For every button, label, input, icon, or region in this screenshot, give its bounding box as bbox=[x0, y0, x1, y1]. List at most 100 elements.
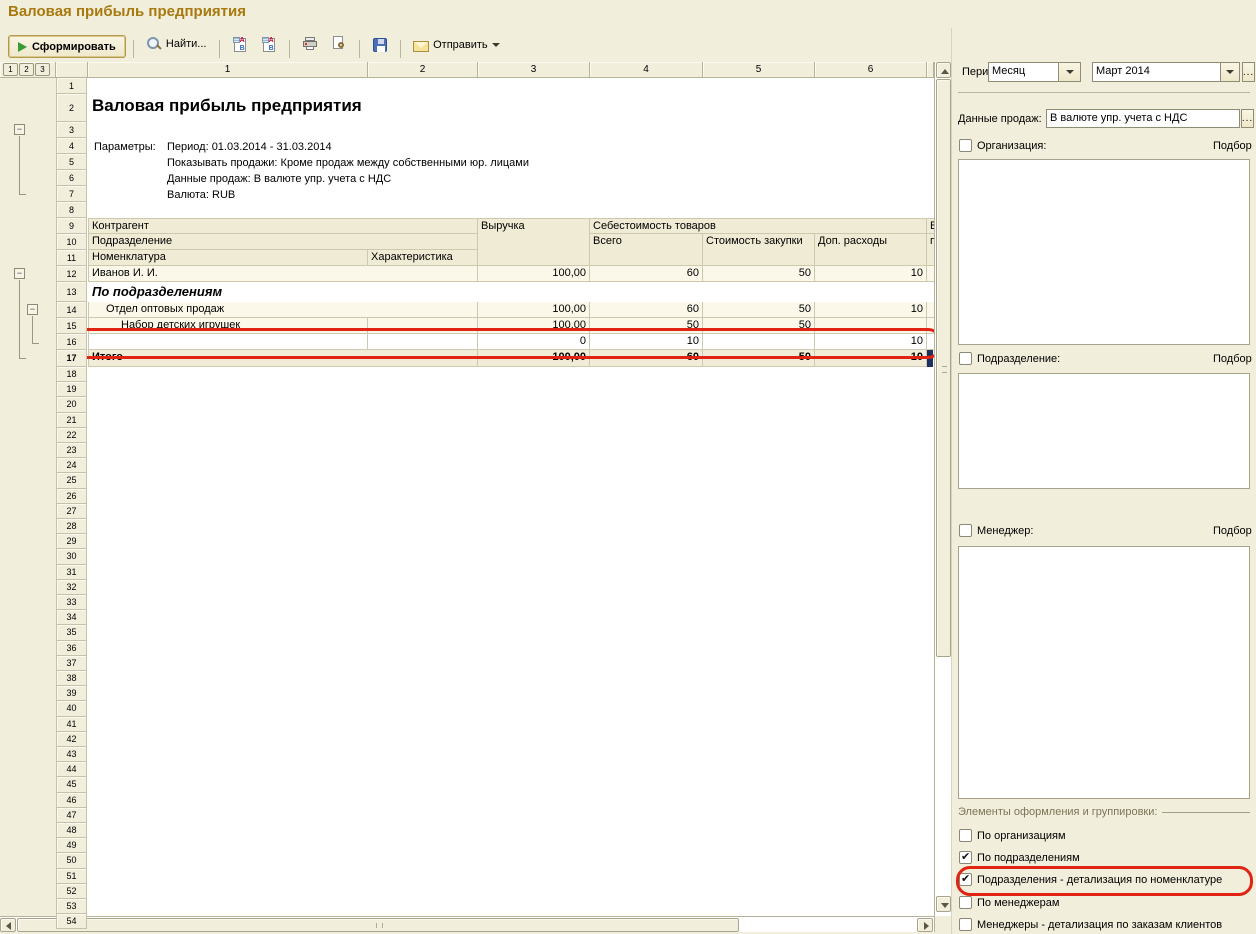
scroll-left-button[interactable] bbox=[0, 918, 16, 932]
group-level-1-button[interactable]: 1 bbox=[3, 63, 18, 76]
grouping-managers-by-orders-checkbox[interactable]: Менеджеры - детализация по заказам клиен… bbox=[959, 918, 1222, 931]
column-header-1[interactable]: 1 bbox=[88, 62, 368, 78]
column-header-6[interactable]: 6 bbox=[815, 62, 927, 78]
row-header-34[interactable]: 34 bbox=[56, 610, 87, 625]
cell-cost-total[interactable]: 60 bbox=[590, 302, 703, 318]
row-header-7[interactable]: 7 bbox=[56, 186, 87, 202]
collapse-group-button[interactable]: − bbox=[14, 124, 25, 135]
row-header-33[interactable]: 33 bbox=[56, 595, 87, 610]
row-header-28[interactable]: 28 bbox=[56, 519, 87, 534]
expand-groups-button[interactable] bbox=[227, 33, 253, 56]
cell-revenue[interactable]: 100,00 bbox=[478, 302, 590, 318]
row-header-12[interactable]: 12 bbox=[56, 266, 87, 282]
period-more-button[interactable]: ... bbox=[1242, 62, 1255, 82]
row-header-31[interactable]: 31 bbox=[56, 565, 87, 580]
row-header-41[interactable]: 41 bbox=[56, 717, 87, 732]
save-button[interactable] bbox=[367, 33, 393, 56]
row-header-45[interactable]: 45 bbox=[56, 777, 87, 792]
sales-data-more-button[interactable]: ... bbox=[1241, 109, 1254, 128]
row-header-35[interactable]: 35 bbox=[56, 625, 87, 640]
vertical-scrollbar-thumb[interactable] bbox=[936, 79, 951, 657]
row-header-51[interactable]: 51 bbox=[56, 869, 87, 884]
row-header-49[interactable]: 49 bbox=[56, 838, 87, 853]
horizontal-scrollbar-thumb[interactable] bbox=[17, 918, 739, 932]
cell-purchase-cost[interactable]: 50 bbox=[703, 266, 815, 282]
collapse-group-button[interactable]: − bbox=[27, 304, 38, 315]
filter-organization-checkbox[interactable]: Организация: bbox=[959, 139, 1046, 152]
scroll-right-button[interactable] bbox=[917, 918, 933, 932]
column-header-3[interactable]: 3 bbox=[478, 62, 590, 78]
find-button[interactable]: Найти... bbox=[141, 32, 212, 55]
filter-department-checkbox[interactable]: Подразделение: bbox=[959, 352, 1060, 365]
row-header-19[interactable]: 19 bbox=[56, 382, 87, 397]
print-button[interactable] bbox=[297, 32, 323, 55]
period-type-dropdown-button[interactable] bbox=[1058, 62, 1081, 82]
row-header-25[interactable]: 25 bbox=[56, 473, 87, 488]
report-spreadsheet[interactable]: 1 2 3 1 2 3 4 5 6 − − − Валовая прибыль … bbox=[0, 62, 951, 932]
row-header-54[interactable]: 54 bbox=[56, 914, 87, 929]
grouping-by-managers-checkbox[interactable]: По менеджерам bbox=[959, 896, 1059, 909]
filter-manager-checkbox[interactable]: Менеджер: bbox=[959, 524, 1033, 537]
row-header-11[interactable]: 11 bbox=[56, 250, 87, 266]
sales-data-field[interactable]: В валюте упр. учета с НДС bbox=[1046, 109, 1240, 128]
row-header-44[interactable]: 44 bbox=[56, 762, 87, 777]
column-header-2[interactable]: 2 bbox=[368, 62, 478, 78]
row-header-1[interactable]: 1 bbox=[56, 78, 87, 94]
row-header-38[interactable]: 38 bbox=[56, 671, 87, 686]
collapse-groups-button[interactable] bbox=[256, 33, 282, 56]
print-preview-button[interactable] bbox=[326, 32, 352, 55]
group-level-3-button[interactable]: 3 bbox=[35, 63, 50, 76]
row-header-18[interactable]: 18 bbox=[56, 367, 87, 382]
row-header-22[interactable]: 22 bbox=[56, 428, 87, 443]
vertical-scrollbar[interactable] bbox=[934, 62, 950, 916]
organization-list[interactable] bbox=[958, 159, 1250, 345]
column-header-4[interactable]: 4 bbox=[590, 62, 703, 78]
row-header-30[interactable]: 30 bbox=[56, 549, 87, 564]
row-header-50[interactable]: 50 bbox=[56, 853, 87, 868]
column-header-7-partial[interactable] bbox=[927, 62, 934, 78]
row-header-3[interactable]: 3 bbox=[56, 122, 87, 138]
manager-pick-button[interactable]: Подбор bbox=[1213, 525, 1252, 537]
row-header-10[interactable]: 10 bbox=[56, 234, 87, 250]
row-header-8[interactable]: 8 bbox=[56, 202, 87, 218]
department-list[interactable] bbox=[958, 373, 1250, 489]
send-button[interactable]: Отправить bbox=[408, 34, 505, 57]
row-header-46[interactable]: 46 bbox=[56, 793, 87, 808]
cell-revenue[interactable]: 100,00 bbox=[478, 266, 590, 282]
cell-cost-total[interactable]: 60 bbox=[590, 266, 703, 282]
row-header-40[interactable]: 40 bbox=[56, 701, 87, 716]
row-header-6[interactable]: 6 bbox=[56, 170, 87, 186]
cell-extra-costs[interactable]: 10 bbox=[815, 266, 927, 282]
row-header-13[interactable]: 13 bbox=[56, 282, 87, 302]
row-header-5[interactable]: 5 bbox=[56, 154, 87, 170]
row-header-23[interactable]: 23 bbox=[56, 443, 87, 458]
row-header-26[interactable]: 26 bbox=[56, 489, 87, 504]
row-header-15[interactable]: 15 bbox=[56, 318, 87, 334]
collapse-group-button[interactable]: − bbox=[14, 268, 25, 279]
scroll-up-button[interactable] bbox=[936, 62, 951, 78]
row-header-14[interactable]: 14 bbox=[56, 302, 87, 318]
grouping-by-departments-checkbox[interactable]: По подразделениям bbox=[959, 851, 1080, 864]
row-header-47[interactable]: 47 bbox=[56, 808, 87, 823]
row-header-21[interactable]: 21 bbox=[56, 413, 87, 428]
period-value-dropdown-button[interactable] bbox=[1220, 62, 1240, 82]
manager-list[interactable] bbox=[958, 546, 1250, 799]
group-level-2-button[interactable]: 2 bbox=[19, 63, 34, 76]
row-header-16[interactable]: 16 bbox=[56, 334, 87, 350]
cell-department[interactable]: Отдел оптовых продаж bbox=[88, 302, 478, 318]
row-header-53[interactable]: 53 bbox=[56, 899, 87, 914]
row-header-27[interactable]: 27 bbox=[56, 504, 87, 519]
row-header-32[interactable]: 32 bbox=[56, 580, 87, 595]
row-header-36[interactable]: 36 bbox=[56, 641, 87, 656]
row-header-9[interactable]: 9 bbox=[56, 218, 87, 234]
horizontal-scrollbar[interactable] bbox=[0, 916, 934, 932]
row-header-2[interactable]: 2 bbox=[56, 94, 87, 122]
row-header-17[interactable]: 17 bbox=[56, 350, 87, 367]
row-header-42[interactable]: 42 bbox=[56, 732, 87, 747]
row-header-39[interactable]: 39 bbox=[56, 686, 87, 701]
organization-pick-button[interactable]: Подбор bbox=[1213, 140, 1252, 152]
row-header-48[interactable]: 48 bbox=[56, 823, 87, 838]
cell-contragent[interactable]: Иванов И. И. bbox=[88, 266, 478, 282]
cell-extra-costs[interactable]: 10 bbox=[815, 302, 927, 318]
row-header-52[interactable]: 52 bbox=[56, 884, 87, 899]
